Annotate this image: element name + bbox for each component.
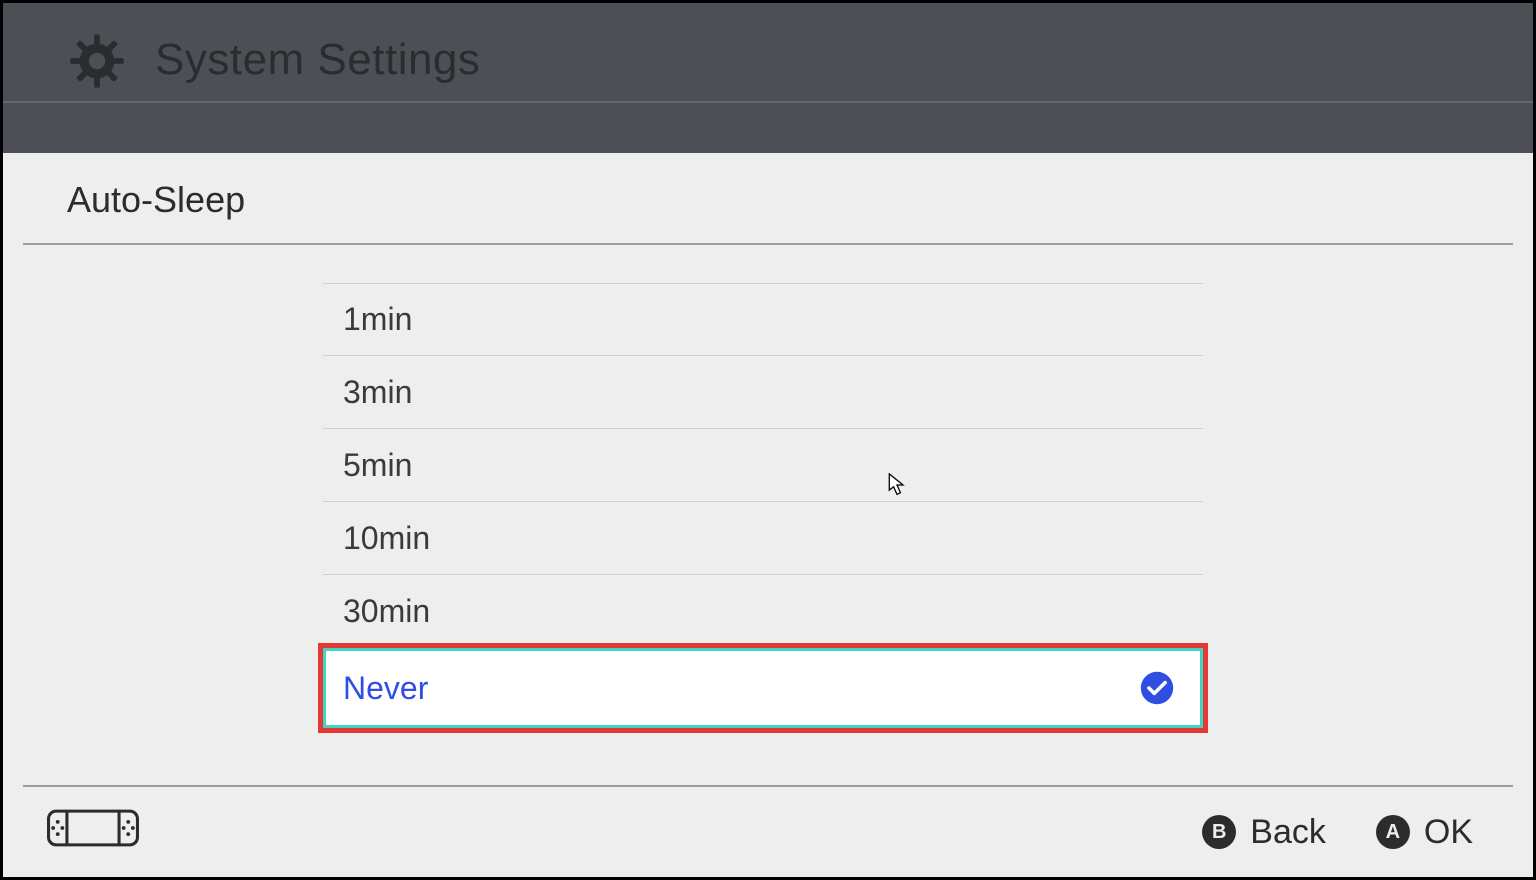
check-icon	[1139, 670, 1175, 706]
console-icon	[47, 804, 139, 861]
option-label: Never	[343, 670, 428, 707]
option-1min[interactable]: 1min	[323, 283, 1203, 356]
section-divider	[23, 243, 1513, 245]
section-title: Auto-Sleep	[3, 153, 1533, 221]
content-panel: Auto-Sleep 1min 3min 5min 10min 30min Ne…	[3, 153, 1533, 877]
option-10min[interactable]: 10min	[323, 502, 1203, 575]
header-divider	[3, 101, 1533, 103]
option-3min[interactable]: 3min	[323, 356, 1203, 429]
b-button-icon: B	[1202, 815, 1236, 849]
option-label: 30min	[343, 593, 430, 630]
a-button-icon: A	[1376, 815, 1410, 849]
back-hint[interactable]: B Back	[1202, 813, 1326, 852]
gear-icon	[67, 31, 127, 91]
option-label: 10min	[343, 520, 430, 557]
option-label: 1min	[343, 301, 412, 338]
option-never[interactable]: Never	[323, 648, 1203, 728]
header-bar: System Settings	[3, 3, 1533, 153]
option-30min[interactable]: 30min	[323, 575, 1203, 648]
cursor-icon	[888, 473, 906, 497]
ok-hint[interactable]: A OK	[1376, 813, 1473, 852]
page-title: System Settings	[155, 35, 480, 85]
back-label: Back	[1250, 813, 1326, 852]
option-5min[interactable]: 5min	[323, 429, 1203, 502]
option-label: 3min	[343, 374, 412, 411]
options-list: 1min 3min 5min 10min 30min Never	[323, 283, 1203, 728]
ok-label: OK	[1424, 813, 1473, 852]
option-label: 5min	[343, 447, 412, 484]
footer-bar: B Back A OK	[3, 787, 1533, 877]
